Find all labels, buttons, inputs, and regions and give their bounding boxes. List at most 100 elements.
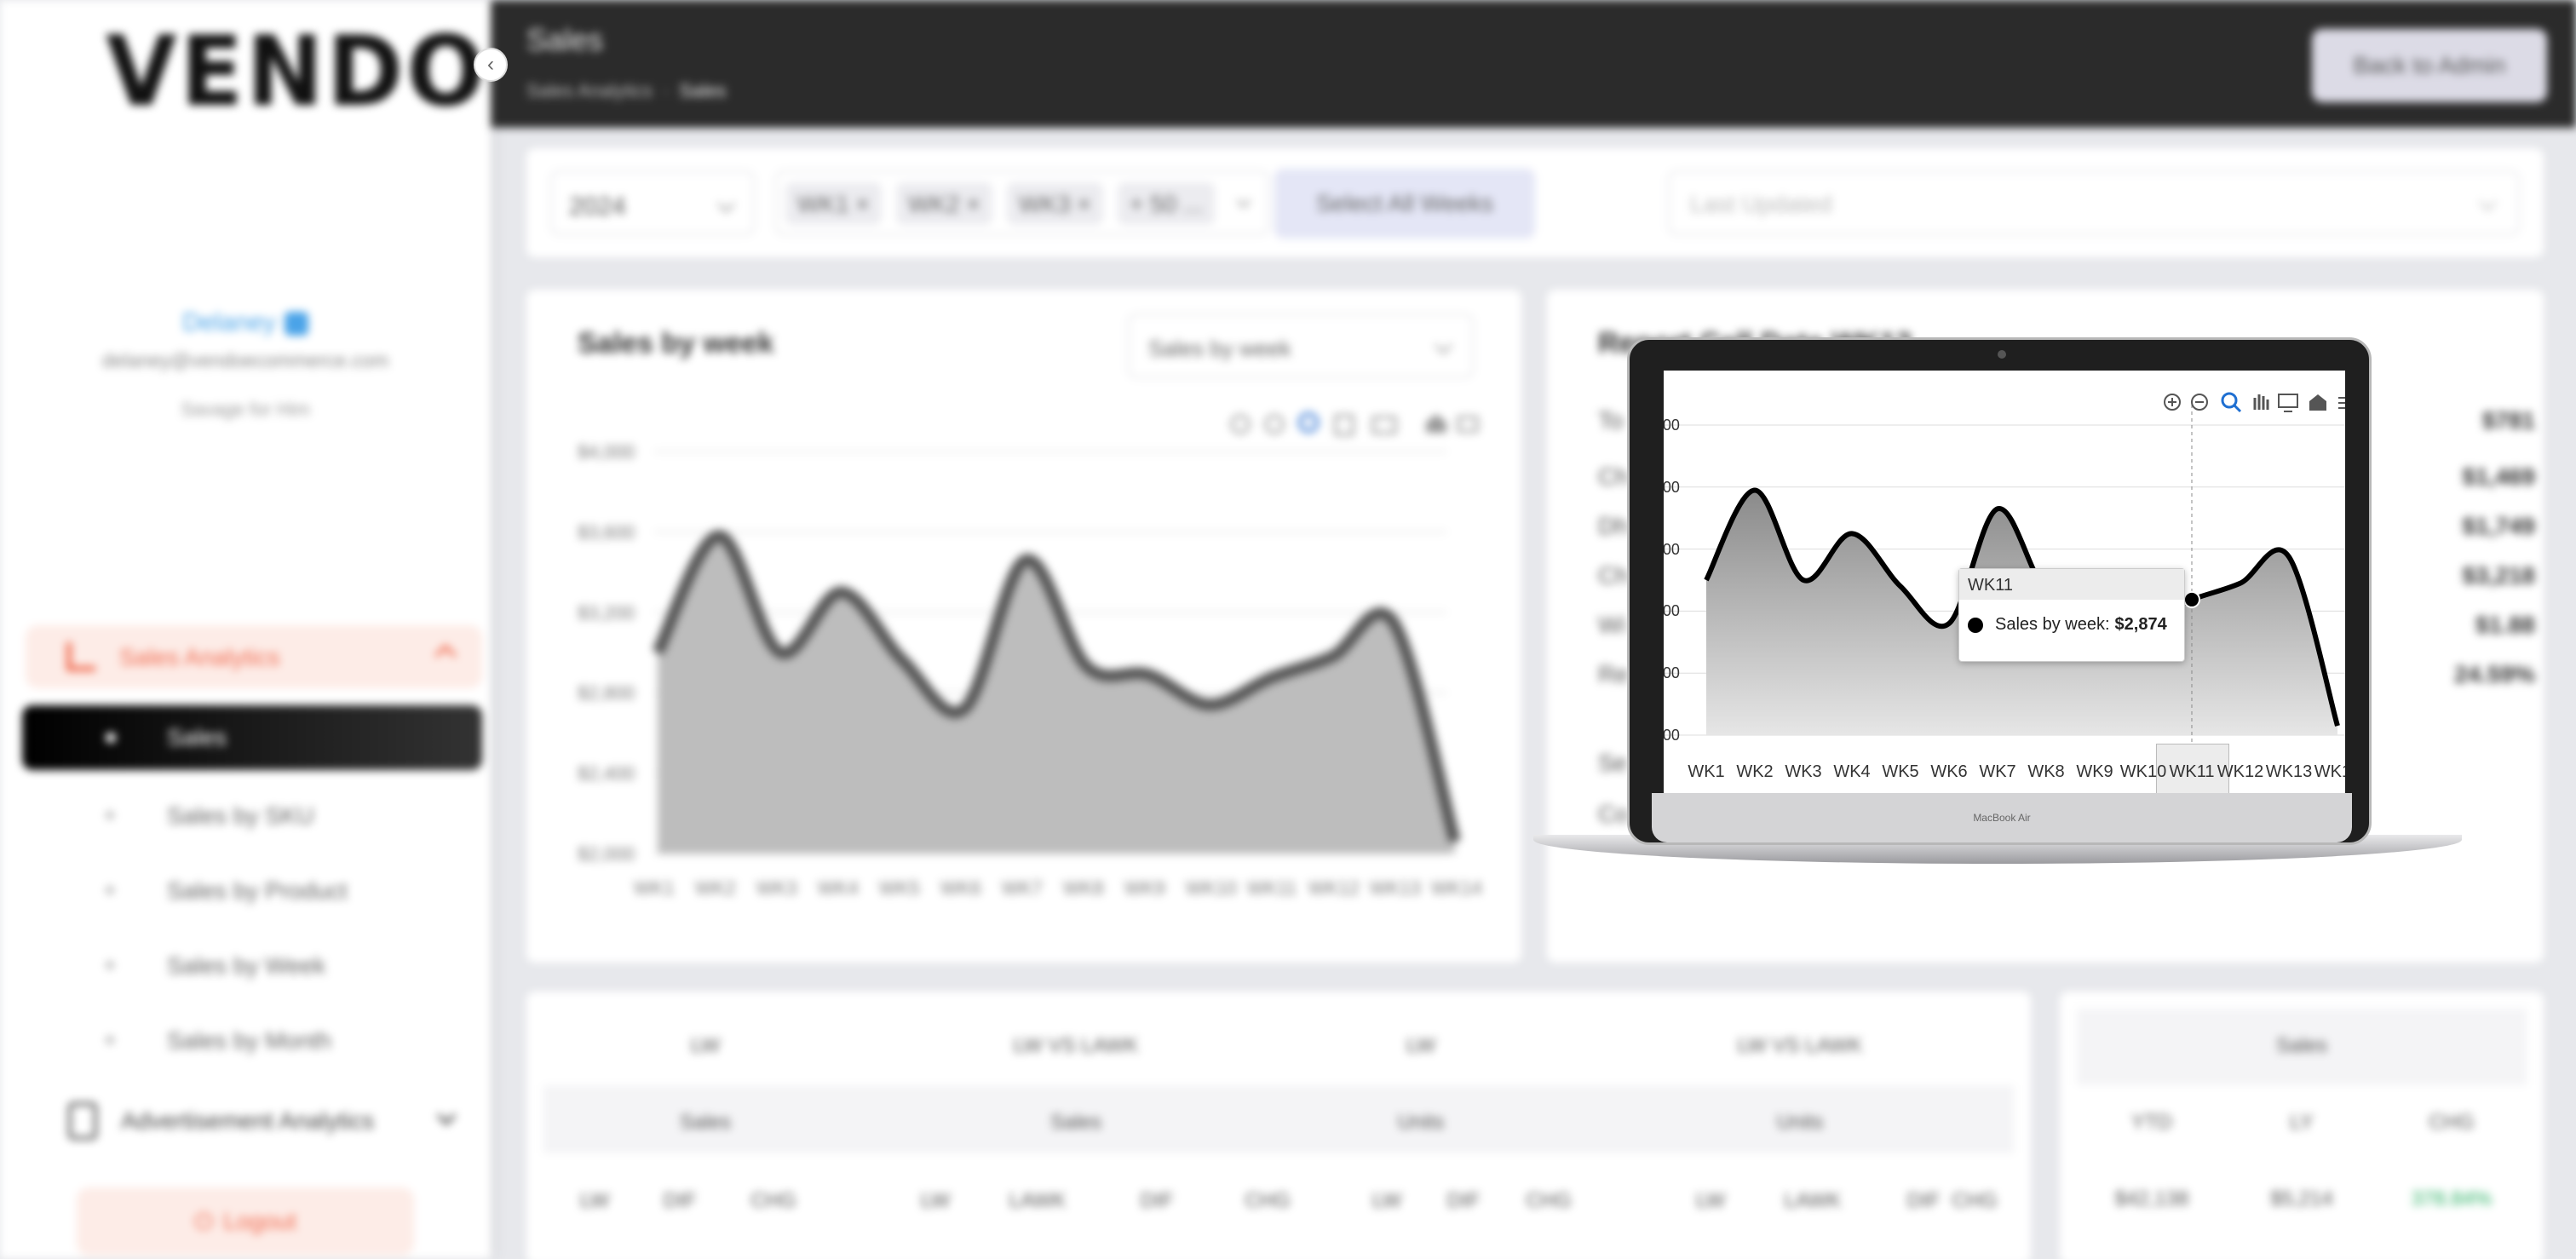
x-tick-label: WK2 — [1736, 762, 1774, 781]
chart-area-fill — [658, 536, 1455, 854]
table-subheader: LW — [1695, 1189, 1726, 1212]
x-tick-label: WK9 — [1124, 877, 1165, 899]
report-row-value: $1.88 — [2475, 612, 2535, 638]
back-to-admin-button[interactable]: Back to Admin — [2312, 29, 2547, 102]
pan-icon[interactable] — [1334, 414, 1354, 436]
y-axis-labels: $4,000 $3,600 $3,200 $2,800 $2,400 $2,000 — [578, 441, 635, 865]
table-subheader: LAWK — [1784, 1189, 1842, 1212]
x-tick-label: WK9 — [2076, 762, 2113, 781]
tooltip-title: WK11 — [1959, 569, 2184, 600]
laptop-chin: MacBook Air — [1652, 793, 2352, 842]
logout-button[interactable]: Logout — [77, 1187, 414, 1256]
zoom-out-icon[interactable] — [1264, 414, 1285, 434]
sidebar-group-sales-analytics[interactable]: Sales Analytics — [26, 625, 482, 688]
table-header: LW VS LAWK — [1013, 1034, 1139, 1057]
reset-icon[interactable] — [1371, 416, 1397, 434]
chart-icon — [66, 642, 95, 671]
table-subheader: LW — [1371, 1189, 1402, 1212]
table-header: LW — [1406, 1034, 1436, 1057]
table-cell: $42,138 — [2114, 1187, 2189, 1210]
zoom-icon[interactable] — [1298, 412, 1319, 433]
series-dot-icon — [1968, 617, 1983, 633]
home-icon[interactable] — [2309, 394, 2326, 411]
table-header: Sales — [1049, 1111, 1102, 1134]
chevron-down-icon — [436, 1106, 457, 1126]
ytd-sales-table: Sales YTD LY CHG $42,138 $5,214 378.84% — [2060, 992, 2544, 1259]
chevron-down-icon — [1236, 193, 1251, 209]
menu-icon[interactable] — [2338, 397, 2345, 409]
tooltip-series: Sales by week: — [1995, 615, 2110, 634]
sidebar-item-sales-by-product[interactable]: Sales by Product — [22, 864, 482, 915]
pan-icon[interactable] — [2253, 394, 2269, 410]
bullet-icon — [106, 961, 114, 969]
x-tick-label: WK1 — [634, 877, 675, 899]
x-axis-labels: WK1 WK2 WK3 WK4 WK5 WK6 WK7 WK8 WK9 WK10 WK11 WK12 W… — [634, 877, 1482, 899]
x-tick-label: WK8 — [1063, 877, 1104, 899]
camera-icon — [1998, 350, 2006, 359]
table-cell: $5,214 — [2270, 1187, 2333, 1210]
zoom-icon[interactable] — [2221, 392, 2238, 409]
page-title: Sales — [526, 22, 604, 57]
x-tick-label: WK10 — [2119, 762, 2167, 781]
laptop-mockup: 4,000 3,600 3,200 2,800 2,400 2,000 WK1 WK2 WK3… — [1533, 337, 2462, 882]
zoom-handle — [2233, 404, 2242, 413]
week-chip-more[interactable]: + 50 ... — [1118, 182, 1216, 225]
sidebar-item-sales[interactable]: Sales — [22, 705, 482, 770]
x-tick-label: WK11 — [1247, 877, 1297, 899]
table-header: LW VS LAWK — [1737, 1034, 1863, 1057]
zoom-in-plus — [2168, 398, 2176, 406]
x-tick-label: WK7 — [1002, 877, 1043, 899]
sidebar-group-advertisement-analytics[interactable]: Advertisement Analytics — [26, 1097, 482, 1148]
chevron-up-icon — [434, 644, 457, 666]
table-subheader: CHG — [750, 1189, 796, 1212]
bullet-icon — [106, 733, 116, 743]
reset-icon[interactable] — [2278, 394, 2298, 408]
bullet-icon — [106, 811, 114, 819]
user-name[interactable]: Delaney — [0, 308, 491, 337]
chart-toolbar — [2164, 392, 2345, 413]
clipboard-icon — [68, 1102, 97, 1140]
sales-chart-background: $4,000 $3,600 $3,200 $2,800 $2,400 $2,000 WK1… — [578, 412, 1482, 899]
week-chip[interactable]: WK3 × — [1007, 182, 1103, 225]
bullet-icon — [106, 886, 114, 894]
table-subheader: DIF — [1446, 1189, 1481, 1212]
report-row-value: $1,469 — [2462, 463, 2535, 490]
weekly-comparison-table: LW LW VS LAWK LW LW VS LAWK Sales Sales … — [526, 992, 2031, 1259]
sidebar-collapse-button[interactable]: ‹ — [474, 48, 508, 82]
table-subheader: LAWK — [1009, 1189, 1067, 1212]
table-header: Units — [1776, 1111, 1824, 1134]
home-icon[interactable] — [1426, 414, 1446, 433]
sidebar-item-sales-by-month[interactable]: Sales by Month — [22, 1014, 482, 1065]
sales-by-week-card: Sales by week Sales by week $4,000 $3,600… — [526, 290, 1521, 963]
table-subheader: DIF — [663, 1189, 697, 1212]
week-chip[interactable]: WK2 × — [896, 182, 992, 225]
x-tick-label: WK11 — [2169, 762, 2215, 781]
table-subheader: LW — [579, 1189, 610, 1212]
breadcrumb: Sales Analytics · Sales — [526, 80, 726, 102]
year-select[interactable]: 2024 — [550, 170, 755, 235]
x-tick-label: WK2 — [695, 877, 736, 899]
zoom-in-icon[interactable] — [1230, 414, 1251, 434]
chart-toolbar — [1230, 412, 1479, 436]
user-email: delaney@vendoecommerce.com — [101, 349, 389, 371]
y-tick-label: $2,800 — [578, 682, 635, 704]
chart-tooltip: WK11 Sales by week: $2,874 — [1958, 568, 2185, 662]
sidebar-group-label: Sales Analytics — [119, 644, 280, 670]
last-updated-select[interactable]: Last Updated — [1668, 170, 2520, 235]
weeks-multiselect[interactable]: WK1 × WK2 × WK3 × + 50 ... — [775, 170, 1269, 235]
sidebar-item-label: Sales by Product — [167, 877, 348, 904]
breadcrumb-item[interactable]: Sales Analytics — [526, 80, 653, 101]
select-all-weeks-button[interactable]: Select All Weeks — [1274, 169, 1535, 239]
y-tick-label: $4,000 — [578, 441, 635, 463]
menu-icon[interactable] — [1457, 416, 1479, 433]
x-tick-label: WK3 — [1785, 762, 1822, 781]
sidebar-item-label: Sales by SKU — [167, 802, 314, 829]
table-cell: 378.84% — [2411, 1187, 2493, 1210]
sidebar-item-sales-by-week[interactable]: Sales by Week — [22, 939, 482, 990]
table-subheader: DIF — [1140, 1189, 1174, 1212]
table-header: YTD — [2131, 1111, 2172, 1134]
sidebar-item-sales-by-sku[interactable]: Sales by SKU — [22, 789, 482, 840]
x-tick-label: WK6 — [940, 877, 981, 899]
x-tick-label: WK4 — [818, 877, 859, 899]
week-chip[interactable]: WK1 × — [785, 182, 882, 225]
